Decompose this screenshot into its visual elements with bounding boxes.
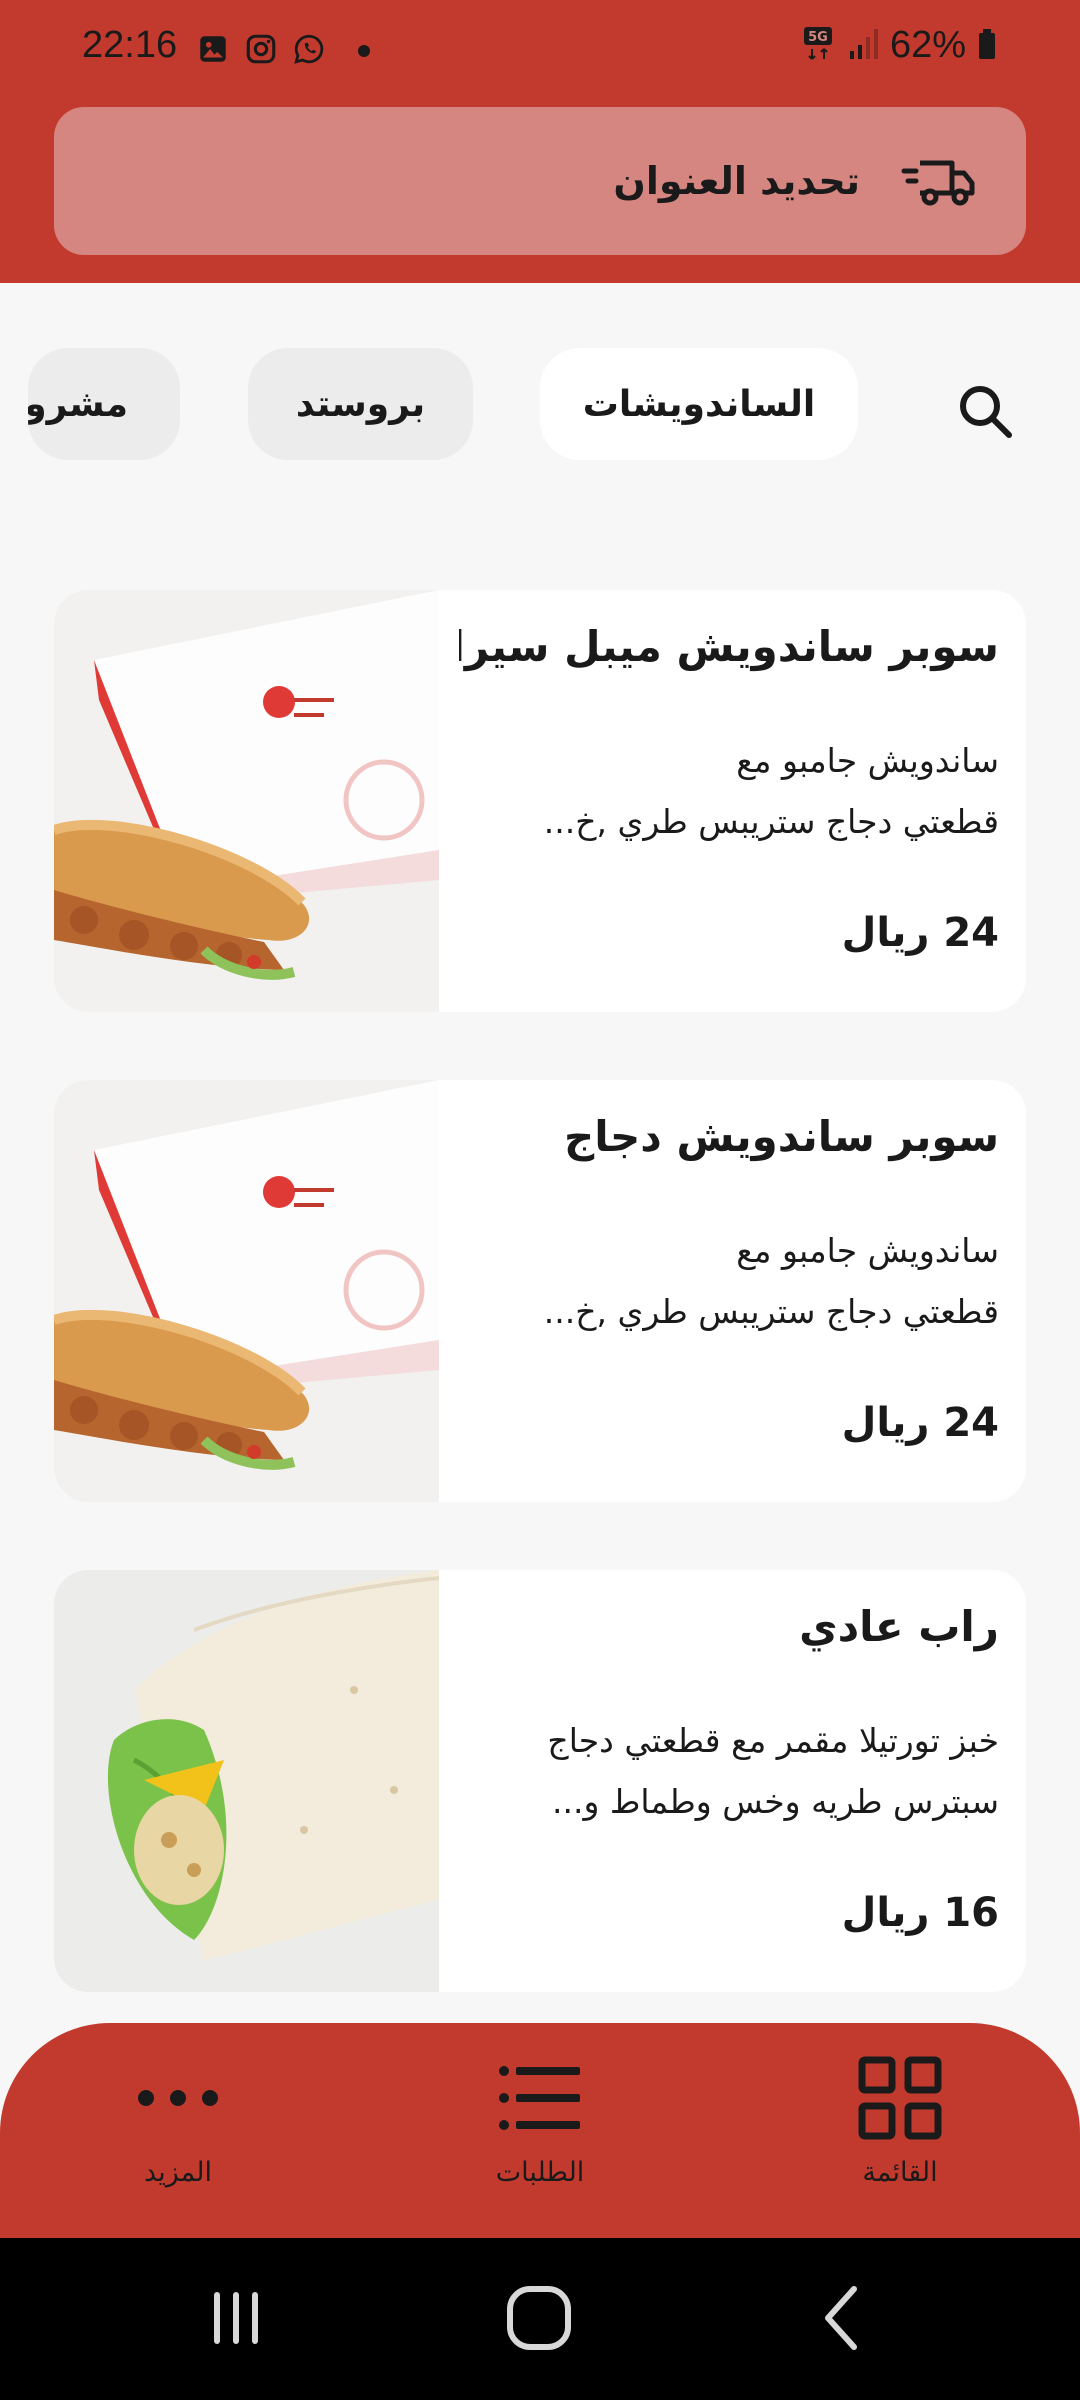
- product-card[interactable]: سوبر ساندويش دجاج ساندويش جامبو مع قطعتي…: [54, 1080, 1026, 1502]
- status-notification-icons: [196, 32, 370, 70]
- list-icon: [498, 2053, 582, 2143]
- product-title: سوبر ساندويش ميبل سيرات: [459, 622, 999, 671]
- product-price: 24 ريال: [841, 1400, 999, 1446]
- status-bar: 22:16 5G 62%: [0, 0, 1080, 100]
- dot-icon: [358, 45, 370, 57]
- nav-menu-label: القائمة: [862, 2157, 938, 2188]
- bottom-navigation: القائمة الطلبات المزيد: [0, 2023, 1080, 2238]
- product-price: 24 ريال: [841, 910, 999, 956]
- product-info: سوبر ساندويش دجاج ساندويش جامبو مع قطعتي…: [459, 1080, 999, 1502]
- product-title: سوبر ساندويش دجاج: [564, 1112, 999, 1161]
- tab-sandwiches-label: الساندويشات: [582, 383, 816, 425]
- home-icon: [507, 2286, 571, 2350]
- whatsapp-icon: [292, 32, 326, 70]
- product-price: 16 ريال: [841, 1890, 999, 1936]
- product-description: خبز تورتيلا مقمر مع قطعتي دجاج سبترس طري…: [459, 1710, 999, 1832]
- nav-more-label: المزيد: [144, 2157, 212, 2188]
- back-icon: [825, 2286, 857, 2350]
- svg-text:5G: 5G: [808, 30, 828, 45]
- product-description-line: قطعتي دجاج ستريبس طري ,خ...: [543, 1292, 999, 1331]
- gallery-icon: [196, 32, 230, 70]
- search-button[interactable]: [950, 376, 1020, 446]
- 5g-icon: 5G: [802, 25, 836, 67]
- tab-sandwiches[interactable]: الساندويشات: [540, 348, 858, 460]
- recent-apps-button[interactable]: [186, 2278, 286, 2358]
- product-description-line: خبز تورتيلا مقمر مع قطعتي دجاج: [547, 1721, 999, 1760]
- nav-more[interactable]: المزيد: [78, 2053, 278, 2223]
- category-tabs: الساندويشات بروستد مشروب: [0, 348, 1080, 464]
- back-button[interactable]: [790, 2278, 890, 2358]
- system-navigation-bar: [0, 2238, 1080, 2400]
- top-header: 22:16 5G 62% تحديد العنوان: [0, 0, 1080, 283]
- product-image: [54, 1570, 439, 1992]
- grid-icon: [858, 2053, 942, 2143]
- product-description-line: سبترس طريه وخس وطماط و...: [551, 1782, 999, 1821]
- recent-apps-icon: [214, 2292, 258, 2344]
- product-image: [54, 590, 439, 1012]
- search-icon: [960, 386, 1012, 438]
- product-card[interactable]: سوبر ساندويش ميبل سيرات ساندويش جامبو مع…: [54, 590, 1026, 1012]
- product-description-line: ساندويش جامبو مع: [736, 741, 999, 780]
- tab-broasted-label: بروستد: [295, 383, 426, 425]
- address-selector[interactable]: تحديد العنوان: [54, 107, 1026, 255]
- tab-drinks[interactable]: مشروب: [28, 348, 180, 460]
- battery-icon: [976, 25, 998, 67]
- product-info: راب عادي خبز تورتيلا مقمر مع قطعتي دجاج …: [459, 1570, 999, 1992]
- product-description: ساندويش جامبو مع قطعتي دجاج ستريبس طري ,…: [459, 1220, 999, 1342]
- more-dots-icon: [136, 2053, 220, 2143]
- product-info: سوبر ساندويش ميبل سيرات ساندويش جامبو مع…: [459, 590, 999, 1012]
- product-description-line: ساندويش جامبو مع: [736, 1231, 999, 1270]
- battery-percent: 62%: [889, 24, 966, 66]
- nav-orders-label: الطلبات: [495, 2157, 585, 2188]
- product-image: [54, 1080, 439, 1502]
- delivery-truck-icon: [900, 151, 976, 211]
- tab-broasted[interactable]: بروستد: [248, 348, 473, 460]
- home-button[interactable]: [489, 2278, 589, 2358]
- instagram-icon: [244, 32, 278, 70]
- product-description: ساندويش جامبو مع قطعتي دجاج ستريبس طري ,…: [459, 730, 999, 852]
- nav-orders[interactable]: الطلبات: [440, 2053, 640, 2223]
- tab-drinks-label: مشروب: [28, 383, 128, 425]
- nav-menu[interactable]: القائمة: [800, 2053, 1000, 2223]
- product-title: راب عادي: [799, 1602, 999, 1651]
- status-time: 22:16: [82, 24, 178, 66]
- product-card[interactable]: راب عادي خبز تورتيلا مقمر مع قطعتي دجاج …: [54, 1570, 1026, 1992]
- status-system-icons: 5G 62%: [802, 24, 998, 67]
- product-description-line: قطعتي دجاج ستريبس طري ,خ...: [543, 802, 999, 841]
- signal-icon: [846, 25, 880, 67]
- address-label: تحديد العنوان: [613, 159, 860, 203]
